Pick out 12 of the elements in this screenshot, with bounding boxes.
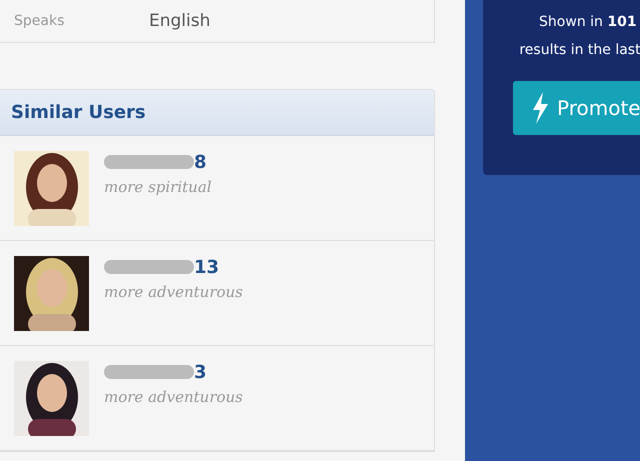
lightning-icon (531, 92, 549, 124)
promo-text: results in the last (519, 41, 640, 60)
username-link[interactable]: 3 (194, 362, 207, 382)
promo-text: Shown in 101 (539, 13, 637, 32)
difference-text: more spiritual (104, 178, 212, 196)
card-title: Similar Users (11, 102, 146, 123)
username-link[interactable]: 13 (194, 256, 220, 278)
username-link[interactable]: 8 (194, 152, 207, 172)
detail-label: Speaks (13, 13, 66, 29)
difference-text: more adventurous (104, 283, 243, 301)
detail-value: English (149, 11, 210, 31)
difference-text: more adventurous (104, 388, 243, 406)
